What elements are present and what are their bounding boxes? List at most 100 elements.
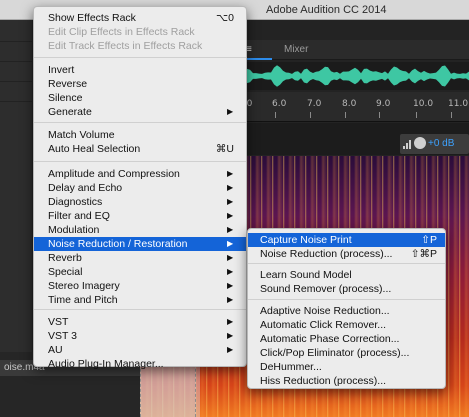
menu-item-vst[interactable]: VST ▶ bbox=[34, 315, 246, 329]
menu-item-label: Silence bbox=[48, 92, 83, 104]
ruler-label: 10.0 bbox=[413, 99, 434, 109]
menu-separator bbox=[248, 299, 445, 300]
submenu-arrow-icon: ▶ bbox=[227, 225, 234, 234]
menu-item-au[interactable]: AU ▶ bbox=[34, 343, 246, 357]
menu-item-time-and-pitch[interactable]: Time and Pitch ▶ bbox=[34, 293, 246, 307]
menu-item-label: Amplitude and Compression bbox=[48, 168, 180, 180]
menu-item-label: Noise Reduction / Restoration bbox=[48, 238, 188, 250]
menu-item-label: Delay and Echo bbox=[48, 182, 123, 194]
menu-item-match-volume[interactable]: Match Volume bbox=[34, 128, 246, 142]
submenu-arrow-icon: ▶ bbox=[227, 331, 234, 340]
menu-item-label: Filter and EQ bbox=[48, 210, 110, 222]
ruler-tick bbox=[379, 112, 380, 118]
menu-item-label: Hiss Reduction (process)... bbox=[260, 375, 387, 387]
panel-row[interactable] bbox=[0, 64, 32, 82]
menu-item-edit-track-effects-in-effects-rack: Edit Track Effects in Effects Rack bbox=[34, 39, 246, 53]
submenu-item-click-pop-eliminator-process[interactable]: Click/Pop Eliminator (process)... bbox=[248, 346, 445, 360]
submenu-item-learn-sound-model[interactable]: Learn Sound Model bbox=[248, 268, 445, 282]
submenu-arrow-icon: ▶ bbox=[227, 197, 234, 206]
level-meter-control[interactable]: +0 dB bbox=[400, 134, 469, 154]
submenu-arrow-icon: ▶ bbox=[227, 295, 234, 304]
submenu-item-automatic-click-remover[interactable]: Automatic Click Remover... bbox=[248, 318, 445, 332]
menu-item-auto-heal-selection[interactable]: Auto Heal Selection ⌘U bbox=[34, 142, 246, 156]
submenu-arrow-icon: ▶ bbox=[227, 317, 234, 326]
panel-row[interactable] bbox=[0, 24, 32, 42]
menu-item-reverb[interactable]: Reverb ▶ bbox=[34, 251, 246, 265]
menu-item-label: Audio Plug-In Manager... bbox=[48, 358, 164, 370]
submenu-item-dehummer[interactable]: DeHummer... bbox=[248, 360, 445, 374]
ruler-tick bbox=[345, 112, 346, 118]
menu-item-delay-and-echo[interactable]: Delay and Echo ▶ bbox=[34, 181, 246, 195]
menu-item-label: Modulation bbox=[48, 224, 100, 236]
menu-item-invert[interactable]: Invert bbox=[34, 63, 246, 77]
menu-item-vst-3[interactable]: VST 3 ▶ bbox=[34, 329, 246, 343]
submenu-arrow-icon: ▶ bbox=[227, 107, 234, 116]
submenu-item-automatic-phase-correction[interactable]: Automatic Phase Correction... bbox=[248, 332, 445, 346]
ruler-label: 6.0 bbox=[272, 99, 287, 109]
menu-item-label: Diagnostics bbox=[48, 196, 103, 208]
panel-row[interactable] bbox=[0, 84, 32, 102]
menu-item-stereo-imagery[interactable]: Stereo Imagery ▶ bbox=[34, 279, 246, 293]
ruler-label: 9.0 bbox=[376, 99, 391, 109]
submenu-arrow-icon: ▶ bbox=[227, 253, 234, 262]
ruler-tick bbox=[310, 112, 311, 118]
menu-item-label: Adaptive Noise Reduction... bbox=[260, 305, 390, 317]
submenu-arrow-icon: ▶ bbox=[227, 211, 234, 220]
menu-item-label: Noise Reduction (process)... bbox=[260, 248, 393, 260]
menu-item-label: DeHummer... bbox=[260, 361, 322, 373]
menu-item-label: Sound Remover (process)... bbox=[260, 283, 392, 295]
menu-item-show-effects-rack[interactable]: Show Effects Rack ⌥0 bbox=[34, 11, 246, 25]
panel-row[interactable] bbox=[0, 44, 32, 62]
menu-item-modulation[interactable]: Modulation ▶ bbox=[34, 223, 246, 237]
ruler-tick bbox=[416, 112, 417, 118]
menu-item-label: Stereo Imagery bbox=[48, 280, 120, 292]
menu-separator bbox=[34, 122, 246, 123]
submenu-arrow-icon: ▶ bbox=[227, 281, 234, 290]
menu-item-label: Automatic Click Remover... bbox=[260, 319, 387, 331]
menu-item-generate[interactable]: Generate ▶ bbox=[34, 105, 246, 119]
menu-item-filter-and-eq[interactable]: Filter and EQ ▶ bbox=[34, 209, 246, 223]
menu-item-reverse[interactable]: Reverse bbox=[34, 77, 246, 91]
menu-item-label: VST bbox=[48, 316, 69, 328]
menu-item-amplitude-and-compression[interactable]: Amplitude and Compression ▶ bbox=[34, 167, 246, 181]
menu-item-label: Generate bbox=[48, 106, 92, 118]
menu-item-label: VST 3 bbox=[48, 330, 77, 342]
submenu-item-noise-reduction-process[interactable]: Noise Reduction (process)... ⇧⌘P bbox=[248, 247, 445, 261]
submenu-arrow-icon: ▶ bbox=[227, 239, 234, 248]
shortcut-label: ⇧P bbox=[421, 234, 437, 246]
level-value: +0 dB bbox=[428, 138, 455, 149]
ruler-label: 11.0 bbox=[448, 99, 469, 109]
submenu-arrow-icon: ▶ bbox=[227, 267, 234, 276]
menu-item-label: Time and Pitch bbox=[48, 294, 118, 306]
app-title: Adobe Audition CC 2014 bbox=[266, 4, 387, 16]
menu-item-noise-reduction-restoration[interactable]: Noise Reduction / Restoration ▶ bbox=[34, 237, 246, 251]
menu-item-special[interactable]: Special ▶ bbox=[34, 265, 246, 279]
menu-item-label: Edit Clip Effects in Effects Rack bbox=[48, 26, 195, 38]
submenu-item-capture-noise-print[interactable]: Capture Noise Print ⇧P bbox=[248, 233, 445, 247]
tab-mixer[interactable]: Mixer bbox=[284, 44, 308, 55]
menu-item-silence[interactable]: Silence bbox=[34, 91, 246, 105]
menu-item-diagnostics[interactable]: Diagnostics ▶ bbox=[34, 195, 246, 209]
submenu-arrow-icon: ▶ bbox=[227, 183, 234, 192]
menu-item-label: AU bbox=[48, 344, 63, 356]
menu-separator bbox=[34, 309, 246, 310]
submenu-item-adaptive-noise-reduction[interactable]: Adaptive Noise Reduction... bbox=[248, 304, 445, 318]
menu-item-label: Reverse bbox=[48, 78, 88, 90]
noise-reduction-submenu: Capture Noise Print ⇧P Noise Reduction (pr… bbox=[247, 228, 446, 389]
menu-item-label: Learn Sound Model bbox=[260, 269, 352, 281]
menu-separator bbox=[34, 161, 246, 162]
submenu-item-sound-remover-process[interactable]: Sound Remover (process)... bbox=[248, 282, 445, 296]
clock-icon bbox=[414, 137, 426, 149]
menu-item-label: Auto Heal Selection bbox=[48, 143, 141, 155]
ruler-tick bbox=[275, 112, 276, 118]
shortcut-label: ⌥0 bbox=[216, 12, 234, 24]
submenu-item-hiss-reduction-process[interactable]: Hiss Reduction (process)... bbox=[248, 374, 445, 388]
menu-item-label: Reverb bbox=[48, 252, 82, 264]
menu-item-audio-plug-in-manager[interactable]: Audio Plug-In Manager... bbox=[34, 357, 246, 371]
ruler-label: 7.0 bbox=[307, 99, 322, 109]
menu-item-label: Edit Track Effects in Effects Rack bbox=[48, 40, 203, 52]
menu-item-label: Capture Noise Print bbox=[260, 234, 352, 246]
menu-item-label: Match Volume bbox=[48, 129, 115, 141]
menu-separator bbox=[34, 57, 246, 58]
menu-item-label: Special bbox=[48, 266, 83, 278]
